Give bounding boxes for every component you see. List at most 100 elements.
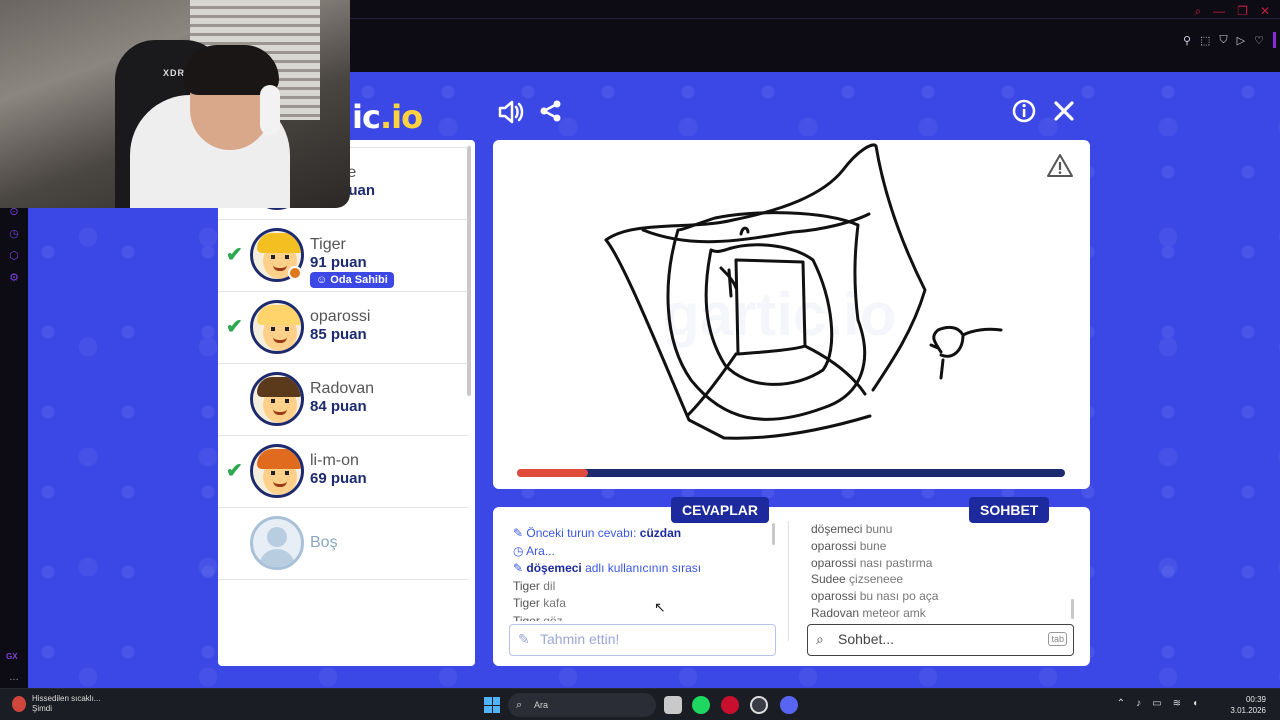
play-icon[interactable]: ▷	[1237, 34, 1245, 47]
chat-placeholder: Sohbet...	[838, 631, 895, 647]
guessed-check-icon: ✔	[226, 460, 243, 482]
answer-line: Tiger dil	[513, 578, 556, 593]
player-score: 69 puan	[310, 470, 367, 487]
heart-icon[interactable]: ♡	[1254, 34, 1264, 47]
player-row[interactable]: ✔ Tiger 91 puan ☺ Oda Sahibi	[218, 220, 468, 292]
player-name: Radovan	[310, 380, 375, 397]
system-tray: ⌃ ♪ ▭ ≋ ◖	[1117, 698, 1198, 709]
player-row[interactable]: ✔ oparossi 85 puan	[218, 292, 468, 364]
microphone-icon[interactable]: ♪	[1136, 698, 1141, 709]
more-icon[interactable]: …	[9, 672, 19, 683]
share-icon[interactable]	[536, 98, 566, 128]
tab-answers[interactable]: CEVAPLAR	[671, 497, 769, 523]
weather-icon	[12, 696, 26, 712]
snapshot-icon[interactable]: ⬚	[1200, 34, 1210, 47]
settings-icon[interactable]: ⚙	[8, 272, 20, 284]
round-timer-bar	[517, 469, 1065, 477]
guessed-check-icon: ✔	[226, 244, 243, 266]
chat-list: döşemeci bunu oparossi bune oparossi nası …	[811, 521, 1071, 621]
chat-input[interactable]: ⌕ Sohbet... tab	[807, 624, 1074, 656]
webcam-overlay: XDRIVE	[0, 0, 350, 208]
player-score: 85 puan	[310, 326, 367, 343]
chevron-up-icon[interactable]: ⌃	[1117, 698, 1125, 709]
restore-icon[interactable]: ❐	[1237, 4, 1248, 19]
player-score: 91 puan	[310, 254, 367, 271]
close-game-icon[interactable]	[1049, 98, 1079, 128]
display-icon[interactable]: ▭	[1152, 698, 1161, 709]
drawing-canvas[interactable]: gartic.io	[493, 140, 1090, 489]
file-explorer-icon[interactable]	[664, 696, 682, 714]
taskbar-search[interactable]: ⌕ Ara	[508, 693, 656, 717]
answers-scrollbar[interactable]	[772, 523, 775, 545]
chat-line: döşemeci bunu	[811, 522, 893, 536]
sound-icon[interactable]	[495, 98, 525, 128]
start-button-icon[interactable]	[484, 697, 500, 713]
wifi-icon[interactable]: ≋	[1173, 698, 1181, 709]
player-row[interactable]: Boş	[218, 508, 468, 580]
player-row[interactable]: Radovan 84 puan	[218, 364, 468, 436]
discord-icon[interactable]	[780, 696, 798, 714]
cube-icon[interactable]: ⬡	[8, 250, 20, 262]
history-icon[interactable]: ◷	[8, 228, 20, 240]
weather-text: Hissedilen sıcaklı...	[32, 694, 101, 703]
tab-chat[interactable]: SOHBET	[969, 497, 1050, 523]
volume-icon[interactable]: ◖	[1192, 698, 1198, 709]
headphones	[260, 85, 280, 135]
previous-answer-line: ✎ Önceki turun cevabı: cüzdan	[513, 526, 682, 540]
shield-icon[interactable]: ⛉	[1219, 34, 1227, 47]
previous-answer-word: cüzdan	[639, 526, 682, 540]
player-score: 84 puan	[310, 398, 367, 415]
answers-list: ✎ Önceki turun cevabı: cüzdan ◷ Ara... ✎…	[513, 525, 773, 621]
pin-icon[interactable]: ⚲	[1183, 34, 1191, 47]
answers-panel: ✎ Önceki turun cevabı: cüzdan ◷ Ara... ✎…	[493, 507, 786, 666]
chat-search-icon: ⌕	[816, 631, 824, 647]
chat-line: Sudee çizseneee	[811, 572, 904, 587]
chat-scrollbar[interactable]	[1071, 599, 1074, 619]
guessed-check-icon: ✔	[226, 316, 243, 338]
guess-placeholder: Tahmin ettin!	[540, 631, 620, 647]
turn-user: döşemeci	[526, 561, 582, 575]
tab-strip	[350, 18, 1280, 19]
chat-panel: döşemeci bunu oparossi bune oparossi nası …	[791, 507, 1090, 666]
answer-line: Tiger kafa	[513, 596, 566, 610]
player-name: Tiger	[310, 236, 346, 253]
clock-time: 00:39	[1245, 695, 1266, 704]
player-name: Boş	[310, 534, 338, 551]
room-owner-badge: ☺ Oda Sahibi	[310, 272, 394, 288]
chat-line: oparossi bune	[811, 538, 887, 553]
player-avatar	[250, 372, 304, 426]
clock-date: 3.01.2026	[1230, 706, 1266, 715]
tab-key-hint: tab	[1048, 632, 1067, 646]
mouse-cursor-icon: ↖	[654, 599, 666, 615]
pencil-icon: ✎	[518, 631, 530, 647]
player-avatar	[250, 300, 304, 354]
gx-logo: GX	[6, 652, 18, 661]
gartic-logo: ic.io	[352, 98, 423, 136]
report-warning-icon[interactable]	[1046, 152, 1074, 180]
extension-bar: ⚲ ⬚ ⛉ ▷ ♡	[1183, 32, 1276, 48]
status-dot	[288, 266, 302, 280]
minimize-icon[interactable]: —	[1213, 4, 1225, 19]
close-icon[interactable]: ✕	[1260, 4, 1270, 19]
waiting-text: Ara...	[526, 543, 555, 558]
windows-taskbar: Hissedilen sıcaklı... Şimdi ⌕ Ara ⌃ ♪ ▭ ≋ …	[0, 688, 1280, 720]
app-icon[interactable]	[750, 696, 768, 714]
clock[interactable]: 00:39 3.01.2026	[1230, 694, 1266, 716]
drawing-strokes	[604, 143, 1003, 440]
previous-answer-label: Önceki turun cevabı:	[526, 526, 640, 540]
weather-time: Şimdi	[32, 704, 53, 713]
opera-gx-icon[interactable]	[721, 696, 739, 714]
taskbar-search-label: Ara	[534, 700, 549, 710]
turn-suffix: adlı kullanıcının sırası	[581, 561, 702, 575]
search-icon[interactable]: ⌕	[1194, 4, 1201, 19]
chat-line: oparossi nası pastırma	[811, 555, 933, 570]
chat-line: Radovan meteor amk	[811, 605, 926, 620]
spotify-icon[interactable]	[692, 696, 710, 714]
empty-slot-avatar	[250, 516, 304, 570]
player-list: döşemecipuan✔Sudee101 puan✔Tiger91 puan☺…	[218, 140, 475, 666]
guess-input[interactable]: ✎ Tahmin ettin!	[509, 624, 776, 656]
waiting-line: ◷ Ara...	[513, 543, 555, 558]
info-icon[interactable]	[1009, 98, 1039, 128]
player-row[interactable]: ✔ li-m-on 69 puan	[218, 436, 468, 508]
player-avatar	[250, 444, 304, 498]
